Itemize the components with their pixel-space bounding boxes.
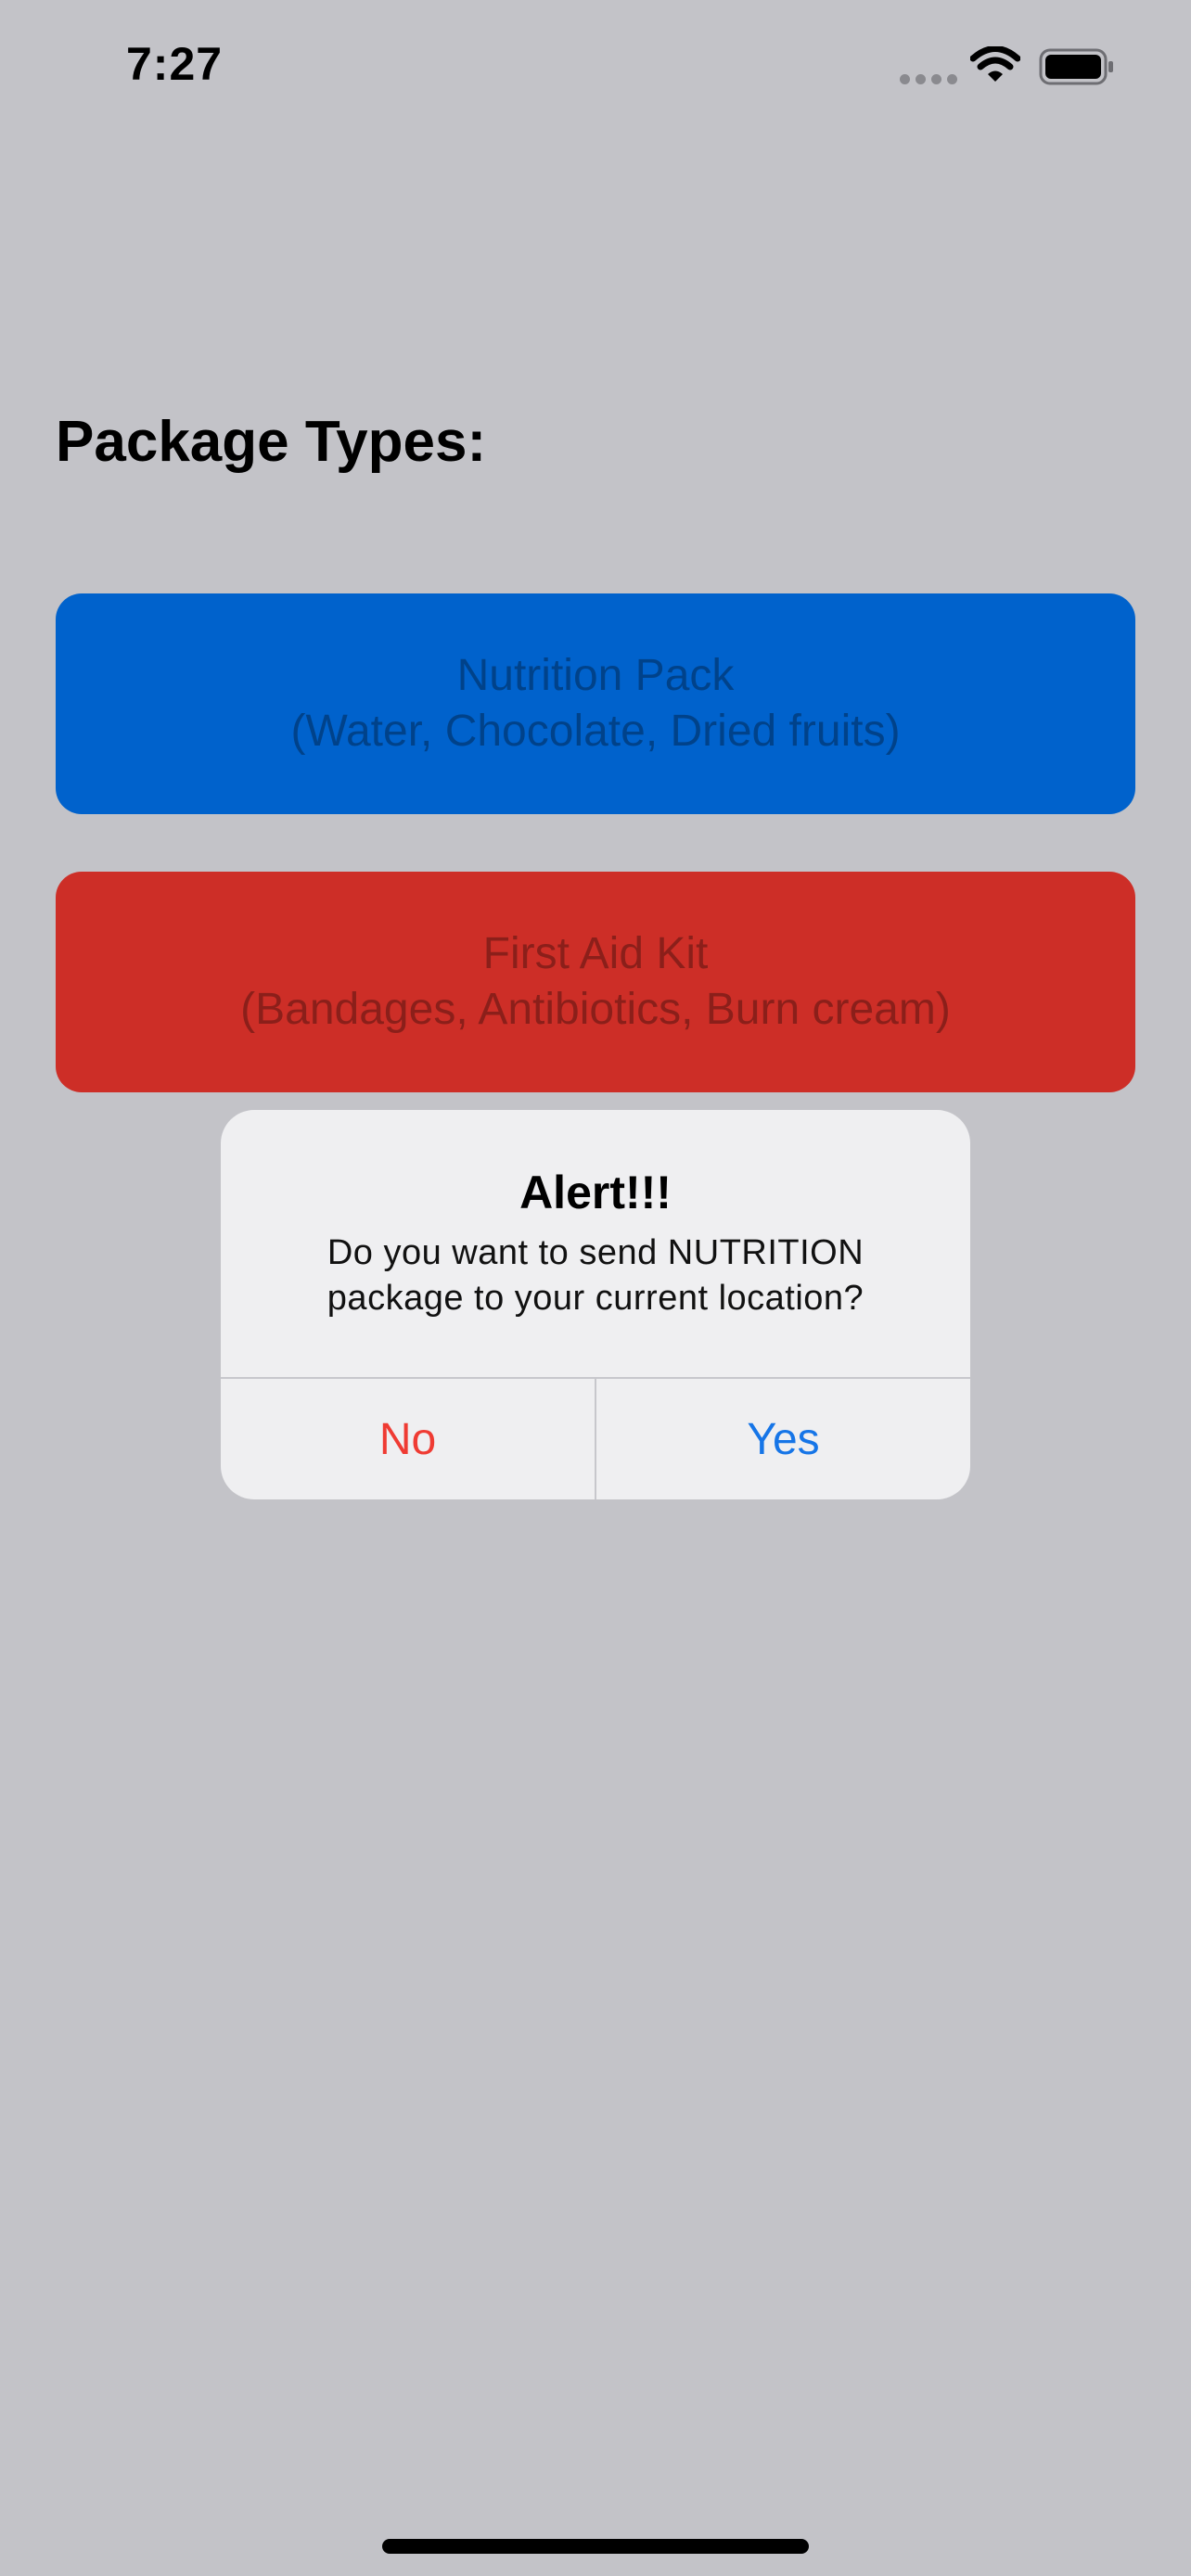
alert-message-line-2: package to your current location? <box>327 1279 864 1318</box>
alert-dialog: Alert!!! Do you want to send NUTRITION p… <box>221 1110 970 1499</box>
first-aid-kit-contents: (Bandages, Antibiotics, Burn cream) <box>240 985 951 1034</box>
wifi-icon <box>970 46 1020 82</box>
status-bar: 7:27 <box>0 0 1191 139</box>
alert-title: Alert!!! <box>519 1167 672 1218</box>
first-aid-kit-name: First Aid Kit <box>482 929 709 978</box>
alert-message: Do you want to send NUTRITION package to… <box>276 1231 915 1321</box>
nutrition-pack-button[interactable]: Nutrition Pack (Water, Chocolate, Dried … <box>56 593 1135 814</box>
alert-yes-button[interactable]: Yes <box>596 1379 970 1499</box>
alert-message-line-1: Do you want to send NUTRITION <box>327 1233 864 1272</box>
alert-no-button[interactable]: No <box>221 1379 595 1499</box>
status-time: 7:27 <box>126 38 224 90</box>
nutrition-pack-contents: (Water, Chocolate, Dried fruits) <box>290 707 901 756</box>
page-title: Package Types: <box>56 410 487 474</box>
home-indicator[interactable] <box>382 2539 809 2554</box>
first-aid-kit-button[interactable]: First Aid Kit (Bandages, Antibiotics, Bu… <box>56 872 1135 1092</box>
signal-dots-icon <box>900 74 957 85</box>
battery-icon <box>1039 48 1113 85</box>
nutrition-pack-name: Nutrition Pack <box>456 651 735 700</box>
